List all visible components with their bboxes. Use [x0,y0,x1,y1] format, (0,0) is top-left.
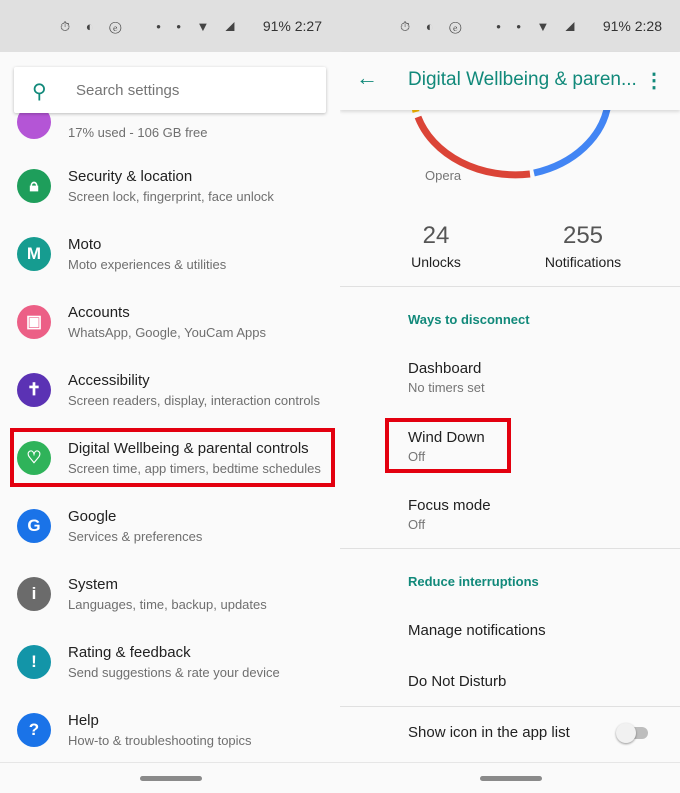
item-subtitle: No timers set [408,380,485,395]
section-header-ways: Ways to disconnect [408,312,530,327]
home-handle[interactable] [140,776,202,781]
digital-wellbeing-screen: ⏱ ◐ ⓔ • • ▼ ◢ 91% 2:28 ← Digital Wellbei… [340,0,680,793]
divider [340,548,680,549]
divider [340,706,680,707]
accessibility-icon: ✝ [17,373,51,407]
toggle-knob [616,723,636,743]
divider [340,286,680,287]
item-title: Rating & feedback [68,644,191,661]
battery-level: 91% [262,18,291,34]
stat-value: 255 [562,222,604,249]
settings-item[interactable]: 🔒︎ Security & location Screen lock, fing… [0,154,340,218]
stat-unlocks[interactable]: 24 Unlocks [390,222,482,270]
manage-notifications-item[interactable]: Manage notifications [408,622,546,639]
feedback-icon: ! [17,645,51,679]
back-arrow-icon[interactable]: ← [356,65,378,91]
stat-notifications[interactable]: 255 Notifications [530,222,636,270]
item-title: Google [68,508,117,525]
settings-item[interactable]: i System Languages, time, backup, update… [0,562,340,626]
item-subtitle: 17% used - 106 GB free [68,125,208,140]
item-title: System [68,576,119,593]
item-subtitle: How-to & troubleshooting topics [68,733,252,748]
search-input[interactable]: ⚲ Search settings [14,67,326,113]
stat-value: 24 [422,222,450,249]
item-subtitle: WhatsApp, Google, YouCam Apps [68,325,267,340]
section-header-reduce: Reduce interruptions [408,574,539,589]
item-subtitle: Screen lock, fingerprint, face unlock [68,189,274,204]
account-icon: ▣ [17,305,51,339]
google-icon: G [17,509,51,543]
settings-item[interactable]: G Google Services & preferences [0,494,340,558]
notification-icons: ⏱ ◐ ⓔ • • ▼ ◢ [60,19,241,34]
stat-label: Notifications [544,254,622,270]
do-not-disturb-item[interactable]: Do Not Disturb [408,673,506,690]
item-title: Accounts [68,304,130,321]
settings-item[interactable]: ✝ Accessibility Screen readers, display,… [0,358,340,422]
item-title: Dashboard [408,360,482,377]
lock-icon: 🔒︎ [17,169,51,203]
item-title: Help [68,712,99,729]
item-subtitle: Services & preferences [68,529,203,544]
item-subtitle: Languages, time, backup, updates [68,597,267,612]
item-title: Accessibility [68,372,150,389]
info-icon: i [17,577,51,611]
chart-label: Opera [425,168,462,183]
settings-item[interactable]: M Moto Moto experiences & utilities [0,222,340,286]
highlight-box [10,428,335,487]
search-icon: ⚲ [32,81,47,103]
item-subtitle: Send suggestions & rate your device [68,665,280,680]
search-placeholder: Search settings [76,82,180,99]
show-icon-label: Show icon in the app list [408,724,570,741]
more-options-icon[interactable]: ⋮ [644,68,664,93]
navigation-bar [0,762,340,793]
item-subtitle: Off [408,517,426,532]
item-title: Security & location [68,168,193,185]
show-icon-toggle[interactable] [616,723,648,743]
app-bar: ← Digital Wellbeing & paren... ⋮ [340,52,680,110]
help-icon: ? [17,713,51,747]
chart-segment-opera [414,115,531,179]
page-title: Digital Wellbeing & paren... [408,69,637,90]
status-bar: ⏱ ◐ ⓔ • • ▼ ◢ 91% 2:27 [0,0,340,52]
settings-item[interactable]: ? Help How-to & troubleshooting topics [0,698,340,762]
settings-screen: ⏱ ◐ ⓔ • • ▼ ◢ 91% 2:27 ⚲ Search settings… [0,0,340,793]
settings-item[interactable]: ▣ Accounts WhatsApp, Google, YouCam Apps [0,290,340,354]
item-subtitle: Moto experiences & utilities [68,257,227,272]
item-title: Moto [68,236,102,253]
moto-icon: M [17,237,51,271]
clock: 2:27 [294,18,322,34]
highlight-box [385,418,511,473]
stat-label: Unlocks [411,254,461,270]
settings-item[interactable]: ! Rating & feedback Send suggestions & r… [0,630,340,694]
navigation-bar [340,762,680,793]
home-handle[interactable] [480,776,542,781]
item-subtitle: Screen readers, display, interaction con… [68,393,320,408]
item-title: Focus mode [408,497,491,514]
chart-segment-blue [533,103,612,177]
